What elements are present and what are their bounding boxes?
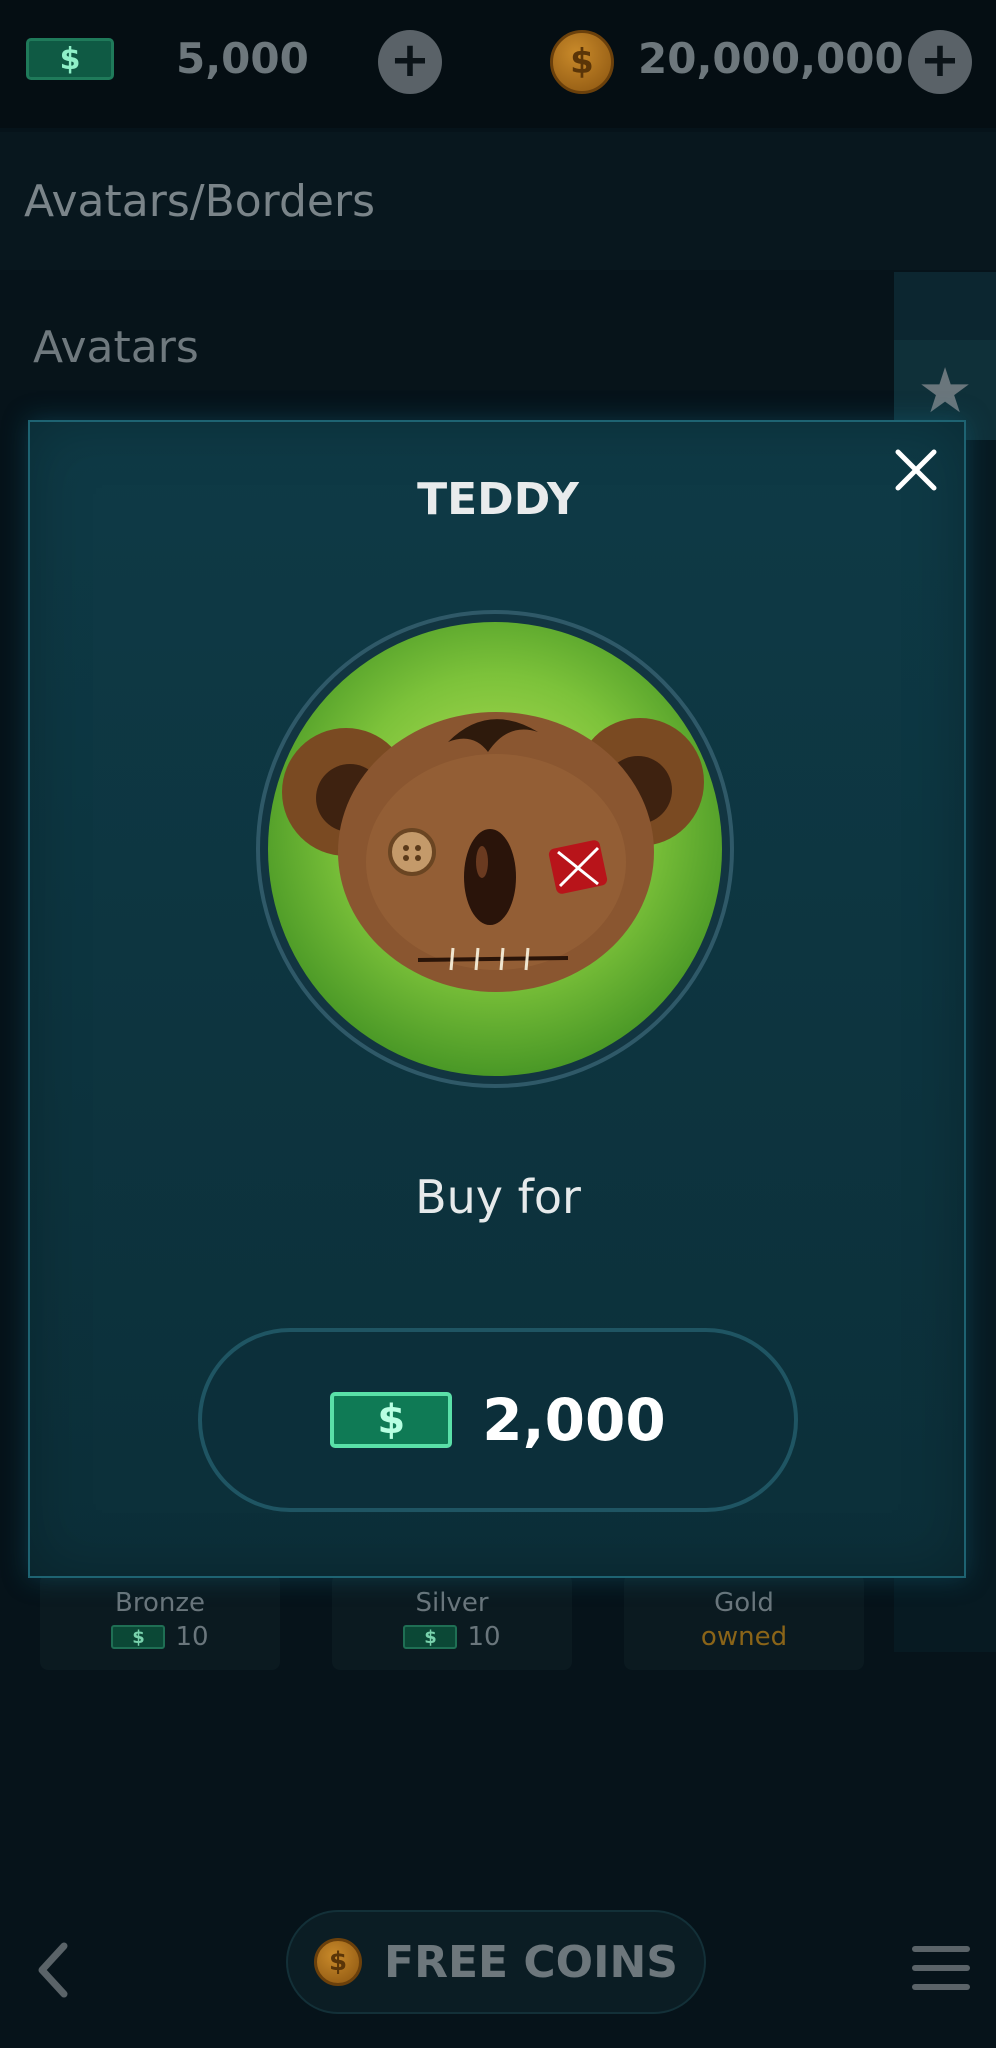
buy-for-label: Buy for bbox=[415, 1170, 581, 1224]
coin-icon: $ bbox=[314, 1938, 363, 1986]
add-coins-button[interactable]: + bbox=[908, 30, 972, 94]
border-card-bronze[interactable]: Bronze $ 10 bbox=[40, 1574, 280, 1670]
border-card-gold[interactable]: Gold owned bbox=[624, 1574, 864, 1670]
page-title: Avatars/Borders bbox=[24, 176, 376, 227]
side-rail-tab[interactable] bbox=[894, 272, 996, 340]
price-value: 10 bbox=[467, 1622, 501, 1652]
cash-symbol: $ bbox=[59, 41, 81, 77]
buy-button[interactable]: $ 2,000 bbox=[198, 1328, 798, 1512]
add-cash-button[interactable]: + bbox=[378, 30, 442, 94]
hamburger-menu-icon[interactable] bbox=[912, 1946, 970, 1990]
coin-symbol: $ bbox=[328, 1947, 348, 1977]
card-label: Bronze bbox=[115, 1588, 205, 1618]
currency-symbol: $ bbox=[377, 1397, 406, 1443]
free-coins-button[interactable]: $ FREE COINS bbox=[286, 1910, 706, 2014]
coin-symbol: $ bbox=[570, 42, 594, 82]
owned-status: owned bbox=[700, 1622, 788, 1652]
coin-icon: $ bbox=[550, 30, 614, 94]
subsection-title: Avatars bbox=[33, 322, 199, 373]
border-card-silver[interactable]: Silver $ 10 bbox=[332, 1574, 572, 1670]
dollar-bill-icon: $ bbox=[403, 1625, 458, 1649]
plus-icon: + bbox=[919, 32, 961, 88]
card-price: $ 10 bbox=[40, 1622, 280, 1652]
card-label: Gold bbox=[714, 1588, 774, 1618]
free-coins-label: FREE COINS bbox=[384, 1936, 678, 1988]
teddy-bear-avatar bbox=[268, 622, 722, 1076]
price-value: 2,000 bbox=[482, 1386, 666, 1454]
cash-balance: 5,000 bbox=[176, 34, 309, 83]
modal-title: TEDDY bbox=[417, 474, 579, 525]
dollar-bill-icon: $ bbox=[26, 38, 114, 80]
plus-icon: + bbox=[389, 32, 431, 88]
back-chevron-icon[interactable] bbox=[34, 1940, 74, 2000]
coin-balance: 20,000,000 bbox=[638, 34, 904, 83]
card-price: $ 10 bbox=[332, 1622, 572, 1652]
price-value: 10 bbox=[175, 1622, 209, 1652]
card-label: Silver bbox=[415, 1588, 489, 1618]
dollar-bill-icon: $ bbox=[111, 1625, 166, 1649]
dollar-bill-icon: $ bbox=[330, 1392, 453, 1448]
close-icon[interactable] bbox=[888, 442, 944, 498]
